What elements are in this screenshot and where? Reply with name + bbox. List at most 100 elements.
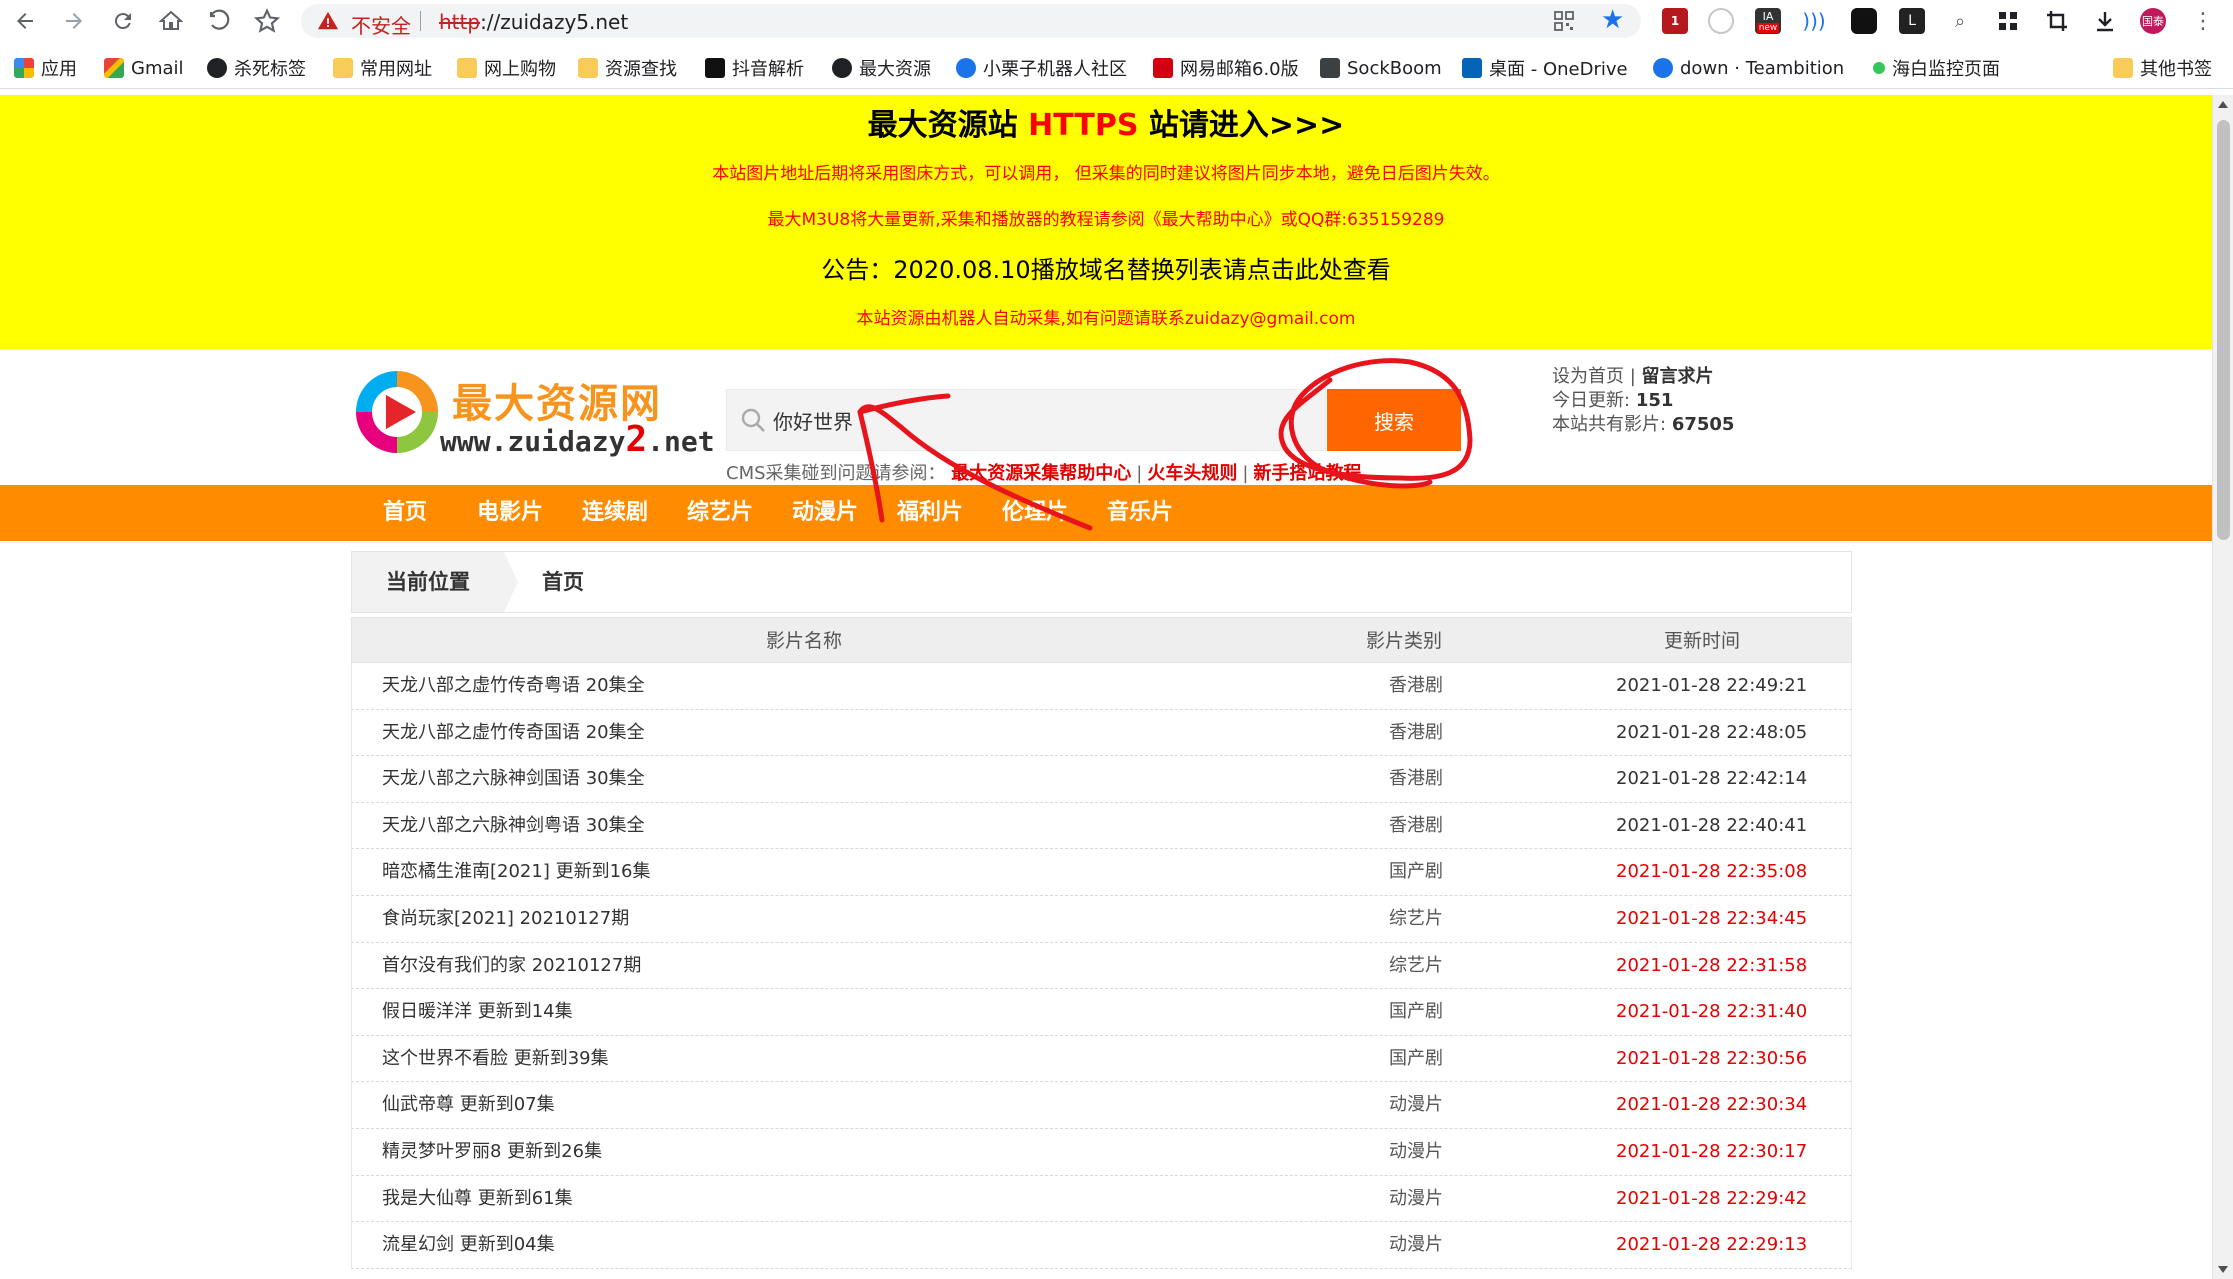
bookmark-item[interactable]: 小栗子机器人社区 (956, 56, 1127, 80)
bookmark-item[interactable]: 其他书签 (2113, 56, 2212, 80)
bookmark-item[interactable]: 桌面 - OneDrive (1462, 56, 1628, 80)
table-row: 天龙八部之六脉神剑国语 30集全 香港剧 2021-01-28 22:42:14 (351, 756, 1852, 803)
bookmark-item[interactable]: 常用网址 (333, 56, 432, 80)
update-time: 2021-01-28 22:42:14 (1616, 768, 1808, 790)
l-extension-icon[interactable]: L (1899, 8, 1925, 34)
extension-flower-icon[interactable] (1708, 8, 1734, 34)
movie-title-link[interactable]: 这个世界不看脸 更新到39集 (382, 1036, 609, 1082)
url-host: ://zuidazy5.net (480, 10, 629, 34)
url-text[interactable]: http://zuidazy5.net (439, 10, 628, 34)
url-scheme: http (439, 10, 481, 34)
bookmarks-bar: 应用 Gmail 杀死标签 常用网址 网上购物 资源查找 抖音解析 最大资源 小栗子机器人社区 网… (0, 48, 2233, 89)
notice-line-m3u8: 最大M3U8将大量更新,采集和播放器的教程请参阅《最大帮助中心》或QQ群:635… (767, 210, 1445, 230)
search-input[interactable] (773, 400, 1273, 440)
https-entry-link[interactable]: 最大资源站 HTTPS 站请进入>>> (0, 100, 2212, 144)
address-bar[interactable]: 不安全 http://zuidazy5.net ★ (301, 4, 1641, 38)
bookmark-button[interactable] (250, 4, 284, 38)
bookmark-item[interactable]: 资源查找 (578, 56, 677, 80)
breadcrumb-label: 当前位置 (352, 552, 504, 612)
warning-icon[interactable] (317, 10, 339, 32)
site-logo[interactable]: 最大资源网 www.zuidazy2.net (352, 367, 715, 460)
search-button[interactable]: 搜索 (1327, 389, 1461, 451)
table-row: 仙武帝尊 更新到07集 动漫片 2021-01-28 22:30:34 (351, 1082, 1852, 1129)
page-scrollbar[interactable] (2212, 95, 2233, 1279)
play-logo-icon (356, 371, 438, 453)
nav-item[interactable]: 综艺片 (687, 485, 753, 541)
movie-title-link[interactable]: 仙武帝尊 更新到07集 (382, 1082, 555, 1128)
undo-tab-button[interactable] (202, 4, 236, 38)
movie-title-link[interactable]: 流星幻剑 更新到04集 (382, 1222, 555, 1268)
update-time: 2021-01-28 22:29:42 (1616, 1187, 1808, 1209)
bookmark-item[interactable]: 应用 (14, 56, 77, 80)
nav-item[interactable]: 福利片 (897, 485, 963, 541)
bookmark-item[interactable]: 抖音解析 (705, 56, 804, 80)
bookmark-item[interactable]: SockBoom (1320, 56, 1442, 80)
ublock-icon[interactable]: 1 (1662, 8, 1688, 34)
beginner-tutorial-link[interactable]: 新手搭站教程 (1253, 463, 1361, 484)
nav-item[interactable]: 电影片 (477, 485, 543, 541)
movie-category: 香港剧 (1389, 721, 1443, 743)
reload-icon (114, 13, 131, 30)
profile-avatar[interactable]: 国泰 (2140, 8, 2166, 34)
set-homepage-link[interactable]: 设为首页 (1552, 366, 1624, 387)
scroll-up-arrow-icon[interactable] (2218, 101, 2228, 108)
header-type: 影片类别 (1366, 630, 1443, 652)
bookmark-item[interactable]: 最大资源 (832, 56, 931, 80)
crop-icon[interactable] (2044, 8, 2070, 34)
movie-title-link[interactable]: 天龙八部之虚竹传奇粤语 20集全 (382, 663, 645, 709)
qr-code-icon[interactable] (1554, 11, 1574, 31)
globe-icon (832, 58, 852, 78)
search-extension-icon[interactable]: ⌕ (1947, 8, 1973, 34)
bookmark-item[interactable]: Gmail (104, 56, 184, 80)
search-box (726, 389, 1326, 451)
movie-title-link[interactable]: 食尚玩家[2021] 20210127期 (382, 896, 629, 942)
movie-title-link[interactable]: 首尔没有我们的家 20210127期 (382, 943, 641, 989)
back-button[interactable] (8, 4, 42, 38)
bookmark-item[interactable]: down · Teambition (1653, 56, 1844, 80)
notice-banner: 最大资源站 HTTPS 站请进入>>> 本站图片地址后期将采用图床方式，可以调用… (0, 95, 2212, 349)
nav-item[interactable]: 音乐片 (1107, 485, 1173, 541)
guestbook-link[interactable]: 留言求片 (1642, 366, 1714, 387)
grid-extension-icon[interactable] (1995, 8, 2021, 34)
star-filled-icon[interactable]: ★ (1601, 5, 1624, 35)
forward-button[interactable] (57, 4, 91, 38)
help-center-link[interactable]: 最大资源采集帮助中心 (951, 463, 1131, 484)
movie-category: 香港剧 (1389, 814, 1443, 836)
movie-title-link[interactable]: 我是大仙尊 更新到61集 (382, 1176, 573, 1222)
bookmark-item[interactable]: 网上购物 (457, 56, 556, 80)
movie-category: 国产剧 (1389, 1001, 1443, 1023)
reload-button[interactable] (106, 4, 140, 38)
teambition-icon (1653, 58, 1673, 78)
ia-extension-icon[interactable]: IA new (1755, 8, 1781, 34)
movie-title-link[interactable]: 天龙八部之虚竹传奇国语 20集全 (382, 710, 645, 756)
download-icon[interactable] (2092, 8, 2118, 34)
main-nav: 首页 电影片 连续剧 综艺片 动漫片 福利片 伦理片 音乐片 (0, 485, 2212, 541)
security-label[interactable]: 不安全 (351, 10, 411, 39)
scroll-thumb[interactable] (2217, 120, 2230, 540)
announcement-link[interactable]: 公告：2020.08.10播放域名替换列表请点击此处查看 (0, 250, 2212, 285)
breadcrumb: 当前位置 首页 (351, 551, 1852, 613)
movie-title-link[interactable]: 天龙八部之六脉神剑国语 30集全 (382, 756, 645, 802)
scroll-down-arrow-icon[interactable] (2218, 1266, 2228, 1273)
nav-item[interactable]: 首页 (383, 485, 427, 541)
nav-item[interactable]: 连续剧 (582, 485, 648, 541)
nav-item[interactable]: 动漫片 (792, 485, 858, 541)
header-time: 更新时间 (1664, 630, 1741, 652)
nav-item[interactable]: 伦理片 (1002, 485, 1068, 541)
wifi-signal-icon[interactable]: ))) (1801, 8, 1827, 34)
site-info: 设为首页 | 留言求片 今日更新: 151 本站共有影片: 67505 (1552, 366, 1735, 435)
menu-kebab-icon[interactable]: ⋮ (2190, 8, 2216, 34)
movie-title-link[interactable]: 精灵梦叶罗丽8 更新到26集 (382, 1129, 602, 1175)
breadcrumb-current[interactable]: 首页 (542, 552, 584, 612)
bookmark-item[interactable]: 海白监控页面 (1873, 56, 2000, 80)
movie-title-link[interactable]: 暗恋橘生淮南[2021] 更新到16集 (382, 849, 650, 895)
home-button[interactable] (154, 4, 188, 38)
movie-title-link[interactable]: 天龙八部之六脉神剑粤语 30集全 (382, 803, 645, 849)
undo-icon (209, 9, 230, 30)
bookmark-item[interactable]: 网易邮箱6.0版 (1153, 56, 1299, 80)
apps-grid-icon (14, 58, 34, 78)
locomotive-rules-link[interactable]: 火车头规则 (1147, 463, 1237, 484)
movie-title-link[interactable]: 假日暖洋洋 更新到14集 (382, 989, 573, 1035)
bookmark-item[interactable]: 杀死标签 (207, 56, 306, 80)
tampermonkey-icon[interactable] (1851, 8, 1877, 34)
